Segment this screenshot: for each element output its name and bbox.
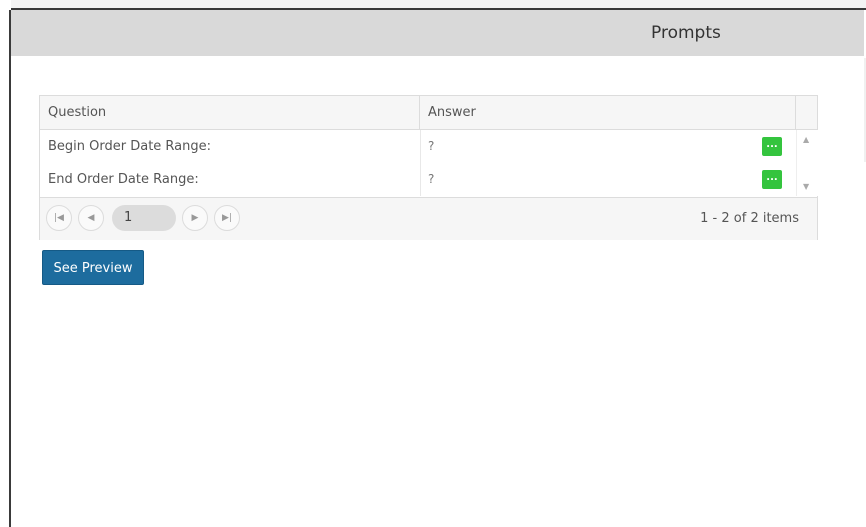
dialog-titlebar: Prompts <box>11 10 864 56</box>
dialog-title: Prompts <box>651 23 721 43</box>
current-page-input[interactable]: 1 <box>112 205 176 231</box>
question-cell: Begin Order Date Range: <box>48 139 212 154</box>
first-page-icon[interactable]: |◀ <box>46 205 72 231</box>
grid-scrollbar[interactable]: ▲ ▼ <box>796 130 818 196</box>
question-cell: End Order Date Range: <box>48 172 199 187</box>
scroll-up-icon[interactable]: ▲ <box>803 135 809 144</box>
next-page-icon[interactable]: ▶ <box>182 205 208 231</box>
column-header-question[interactable]: Question <box>40 96 420 129</box>
prev-page-icon[interactable]: ◀ <box>78 205 104 231</box>
pager-info: 1 - 2 of 2 items <box>700 211 799 226</box>
answer-cell[interactable]: ? <box>428 163 434 196</box>
scroll-down-icon[interactable]: ▼ <box>803 182 809 191</box>
table-row[interactable]: End Order Date Range: ? ... <box>40 163 796 196</box>
answer-cell[interactable]: ? <box>428 130 434 163</box>
prompts-grid: Question Answer Begin Order Date Range: … <box>39 95 818 240</box>
grid-pager: |◀ ◀ 1 ▶ ▶| 1 - 2 of 2 items <box>40 197 817 240</box>
prompts-dialog: Prompts Question Answer Begin Order Date… <box>11 10 864 527</box>
last-page-icon[interactable]: ▶| <box>214 205 240 231</box>
answer-picker-button[interactable]: ... <box>762 137 782 156</box>
see-preview-button[interactable]: See Preview <box>42 250 144 285</box>
table-row[interactable]: Begin Order Date Range: ? ... <box>40 130 796 163</box>
column-header-answer[interactable]: Answer <box>420 96 796 129</box>
answer-picker-button[interactable]: ... <box>762 170 782 189</box>
background-window-top <box>11 0 866 10</box>
grid-header: Question Answer <box>40 96 817 130</box>
